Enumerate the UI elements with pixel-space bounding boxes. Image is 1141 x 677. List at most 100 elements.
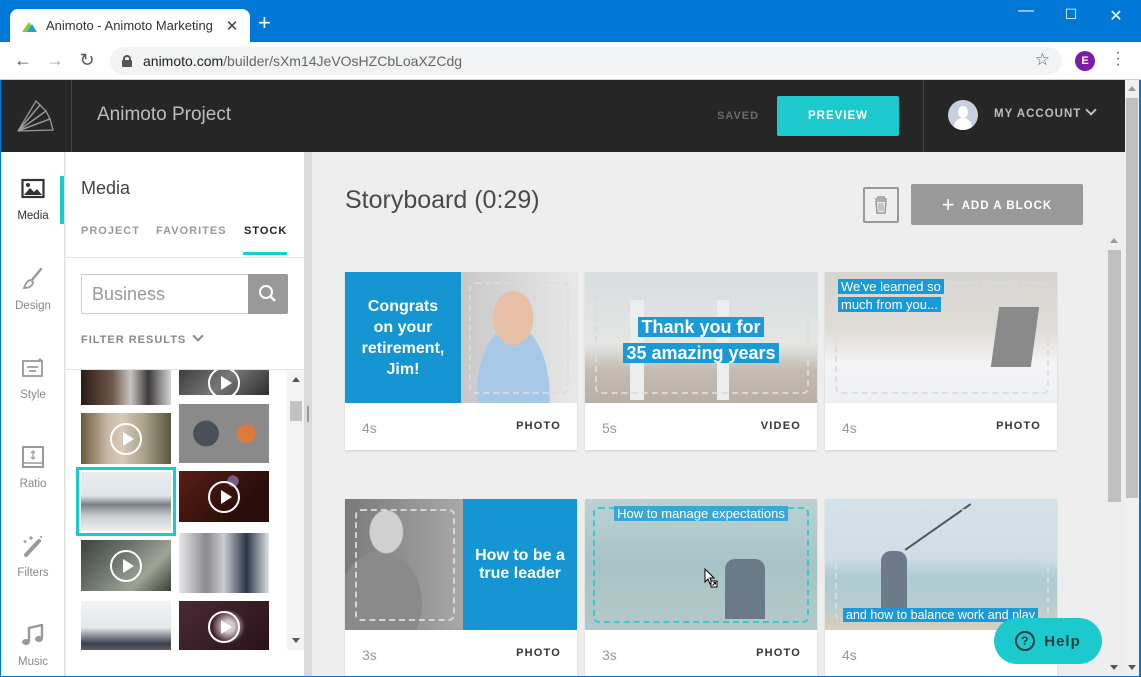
- stock-thumbnail[interactable]: [81, 413, 171, 464]
- maximize-button[interactable]: ☐: [1061, 6, 1081, 23]
- panel-resize-handle[interactable]: [304, 152, 312, 676]
- page-scrollbar[interactable]: [1125, 80, 1139, 676]
- forward-button[interactable]: →: [44, 50, 66, 71]
- nav-item-style[interactable]: Style: [1, 331, 65, 401]
- window-close-button[interactable]: ✕: [1106, 6, 1126, 26]
- storyboard-block[interactable]: How to be a true leader 3s PHOTO: [345, 499, 577, 676]
- filter-results-toggle[interactable]: FILTER RESULTS: [81, 330, 204, 346]
- help-label: Help: [1044, 632, 1081, 650]
- caption-line: much from you...: [838, 297, 941, 312]
- block-type: PHOTO: [756, 647, 801, 659]
- stock-thumbnail[interactable]: [179, 533, 269, 593]
- stock-thumbnail[interactable]: [81, 601, 171, 650]
- play-icon: [208, 370, 240, 400]
- tabs-divider: [66, 257, 304, 258]
- block-caption: Congrats on your retirement, Jim!: [345, 272, 461, 403]
- profile-avatar[interactable]: E: [1075, 51, 1095, 71]
- block-caption: We've learned so much from you...: [838, 278, 944, 314]
- scroll-down-arrow-icon[interactable]: [1110, 665, 1118, 670]
- browser-menu-icon[interactable]: · · ·: [1113, 45, 1123, 73]
- animoto-logo[interactable]: [1, 80, 72, 152]
- block-duration: 3s: [602, 647, 617, 663]
- bookmark-star-icon[interactable]: ☆: [1035, 50, 1050, 70]
- scroll-up-arrow-icon[interactable]: [1128, 86, 1136, 91]
- project-title[interactable]: Animoto Project: [97, 104, 231, 126]
- chevron-down-icon: [1085, 104, 1097, 116]
- stock-thumbnail[interactable]: [179, 471, 269, 522]
- block-preview: How to manage expectations: [585, 499, 817, 630]
- ratio-icon: [22, 446, 44, 468]
- chevron-down-icon: [192, 330, 204, 342]
- minimize-button[interactable]: —: [1016, 2, 1036, 20]
- nav-item-ratio[interactable]: Ratio: [1, 420, 65, 490]
- delete-block-button[interactable]: [863, 187, 899, 223]
- stock-media-grid: [66, 370, 286, 650]
- tab-project[interactable]: PROJECT: [81, 225, 140, 237]
- block-duration: 5s: [602, 420, 617, 436]
- stock-thumbnail[interactable]: [81, 370, 171, 405]
- browser-tab[interactable]: Animoto - Animoto Marketing ✕: [10, 9, 250, 42]
- my-account-menu[interactable]: MY ACCOUNT: [994, 104, 1097, 120]
- address-bar[interactable]: animoto.com/builder/sXm14JeVOsHZCbLoaXZC…: [110, 47, 1062, 75]
- tab-stock[interactable]: STOCK: [244, 225, 287, 237]
- tab-close-icon[interactable]: ✕: [220, 17, 244, 35]
- caption-line: retirement,: [361, 339, 445, 357]
- text-style-icon: [22, 358, 43, 377]
- storyboard-block[interactable]: How to manage expectations 3s PHOTO: [585, 499, 817, 676]
- help-button[interactable]: ? Help: [994, 618, 1102, 664]
- stock-thumbnail[interactable]: [179, 404, 269, 463]
- stock-search-input[interactable]: [81, 274, 249, 314]
- block-caption: How to manage expectations: [585, 505, 817, 523]
- nav-item-filters[interactable]: Filters: [1, 509, 65, 579]
- scrollbar-thumb[interactable]: [1126, 98, 1138, 498]
- scroll-down-arrow-icon[interactable]: [1128, 665, 1136, 670]
- scrollbar-thumb[interactable]: [1108, 250, 1121, 502]
- filter-results-label: FILTER RESULTS: [81, 334, 187, 346]
- add-block-button[interactable]: + ADD A BLOCK: [911, 184, 1083, 225]
- media-grid-scrollbar[interactable]: [287, 370, 304, 650]
- tab-favorites[interactable]: FAVORITES: [156, 225, 227, 237]
- plus-icon: +: [941, 192, 956, 217]
- scroll-down-arrow-icon[interactable]: [292, 638, 300, 643]
- play-icon: [208, 480, 240, 513]
- back-button[interactable]: ←: [12, 50, 34, 71]
- stock-thumbnail-selected[interactable]: [76, 467, 176, 536]
- scroll-up-arrow-icon[interactable]: [292, 377, 300, 382]
- caption-line: How to manage expectations: [614, 506, 788, 521]
- search-button[interactable]: [248, 274, 288, 314]
- reload-button[interactable]: ↻: [76, 50, 98, 71]
- nav-label: Style: [20, 389, 46, 401]
- nav-label: Music: [17, 656, 49, 668]
- stock-thumbnail[interactable]: [179, 370, 269, 400]
- storyboard-block[interactable]: We've learned so much from you... 4s PHO…: [825, 272, 1057, 450]
- preview-button[interactable]: PREVIEW: [777, 96, 899, 136]
- nav-item-music[interactable]: Music: [1, 598, 65, 668]
- animoto-app: Animoto Project SAVED PREVIEW MY ACCOUNT…: [1, 80, 1139, 676]
- nav-item-media[interactable]: Media: [1, 152, 65, 222]
- storyboard-block[interactable]: Congrats on your retirement, Jim! 4s PHOTO: [345, 272, 577, 450]
- storyboard-scrollbar[interactable]: [1108, 238, 1121, 676]
- url-path: /builder/sXm14JeVOsHZCbLoaXZCdg: [223, 53, 463, 69]
- storyboard-title: Storyboard (0:29): [345, 186, 540, 214]
- block-preview: Thank you for 35 amazing years: [585, 272, 817, 403]
- user-avatar[interactable]: [948, 100, 978, 130]
- search-icon: [259, 285, 276, 302]
- save-status: SAVED: [717, 110, 760, 122]
- browser-toolbar: ← → ↻ animoto.com/builder/sXm14JeVOsHZCb…: [0, 42, 1141, 80]
- my-account-label: MY ACCOUNT: [994, 108, 1082, 120]
- caption-line: 35 amazing years: [623, 343, 779, 363]
- block-preview: We've learned so much from you...: [825, 272, 1057, 403]
- active-tab-underline: [243, 252, 287, 255]
- stock-thumbnail[interactable]: [179, 601, 269, 650]
- stock-thumbnail[interactable]: [81, 540, 171, 591]
- mouse-cursor-icon: [704, 568, 718, 588]
- new-tab-button[interactable]: +: [258, 12, 271, 34]
- block-duration: 3s: [362, 647, 377, 663]
- block-type: PHOTO: [516, 420, 561, 432]
- animoto-logo-icon: [17, 99, 54, 132]
- scrollbar-thumb[interactable]: [290, 401, 302, 421]
- storyboard-block[interactable]: Thank you for 35 amazing years 5s VIDEO: [585, 272, 817, 450]
- scroll-up-arrow-icon[interactable]: [1110, 238, 1118, 243]
- nav-item-design[interactable]: Design: [1, 242, 65, 312]
- url-text: animoto.com/builder/sXm14JeVOsHZCbLoaXZC…: [143, 53, 462, 69]
